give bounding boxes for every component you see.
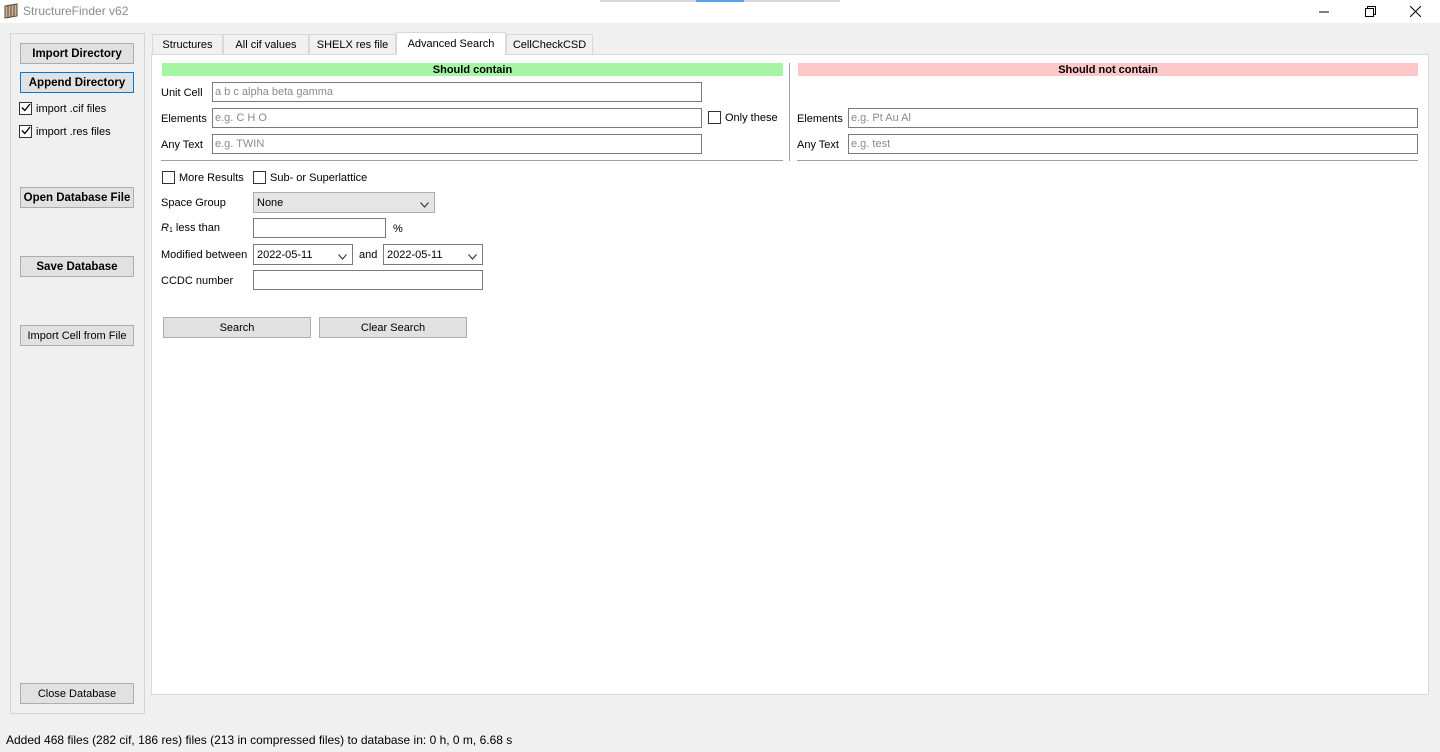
close-icon: [1409, 6, 1421, 17]
space-group-label: Space Group: [161, 197, 226, 209]
only-these-label: Only these: [725, 111, 778, 124]
open-database-button[interactable]: Open Database File: [20, 187, 134, 208]
window-title: StructureFinder v62: [23, 4, 129, 18]
search-button[interactable]: Search: [163, 317, 311, 338]
and-label: and: [359, 249, 378, 261]
ccdc-number-label: CCDC number: [161, 275, 234, 287]
space-group-value: None: [257, 196, 284, 209]
not-elements-label: Elements: [797, 113, 843, 125]
only-these-checkbox-row[interactable]: Only these: [708, 111, 778, 124]
ccdc-number-input[interactable]: [253, 270, 483, 290]
unit-cell-label: Unit Cell: [161, 87, 203, 99]
import-cell-button[interactable]: Import Cell from File: [20, 325, 134, 346]
modified-between-label: Modified between: [161, 249, 248, 261]
more-results-checkbox[interactable]: [162, 171, 175, 184]
date-from-value: 2022-05-11: [257, 248, 313, 261]
more-results-label: More Results: [179, 171, 244, 184]
right-section-separator: [797, 160, 1418, 161]
r1-suffix: less than: [172, 222, 220, 234]
any-text-input[interactable]: [212, 134, 702, 154]
superlattice-checkbox[interactable]: [253, 171, 266, 184]
import-res-checkbox[interactable]: [19, 125, 32, 138]
percent-label: %: [393, 223, 403, 235]
tab-advanced-search[interactable]: Advanced Search: [396, 32, 506, 55]
superlattice-checkbox-row[interactable]: Sub- or Superlattice: [253, 171, 367, 184]
unit-cell-input[interactable]: [212, 82, 702, 102]
date-to-picker[interactable]: 2022-05-11: [383, 244, 483, 265]
checkmark-icon: [21, 103, 31, 115]
title-decoration: [600, 0, 696, 2]
status-bar: Added 468 files (282 cif, 186 res) files…: [6, 733, 513, 747]
append-directory-button[interactable]: Append Directory: [20, 72, 134, 93]
minimize-icon: [1319, 7, 1329, 17]
close-database-button[interactable]: Close Database: [20, 683, 134, 704]
restore-button[interactable]: [1347, 0, 1393, 23]
elements-label: Elements: [161, 113, 207, 125]
title-bar: StructureFinder v62: [0, 0, 1440, 23]
not-any-text-input[interactable]: [848, 134, 1418, 154]
not-any-text-label: Any Text: [797, 139, 839, 151]
not-elements-input[interactable]: [848, 108, 1418, 128]
import-cif-checkbox[interactable]: [19, 102, 32, 115]
only-these-checkbox[interactable]: [708, 111, 721, 124]
section-divider: [789, 63, 790, 161]
checkmark-icon: [21, 126, 31, 138]
space-group-select[interactable]: None: [253, 192, 435, 213]
clear-search-button[interactable]: Clear Search: [319, 317, 467, 338]
tab-cellcheckcsd[interactable]: CellCheckCSD: [506, 34, 593, 54]
tab-shelx-res-file[interactable]: SHELX res file: [309, 34, 396, 54]
elements-input[interactable]: [212, 108, 702, 128]
save-database-button[interactable]: Save Database: [20, 256, 134, 277]
import-directory-button[interactable]: Import Directory: [20, 43, 134, 64]
should-contain-header: Should contain: [162, 63, 783, 76]
minimize-button[interactable]: [1301, 0, 1347, 23]
import-cif-label: import .cif files: [36, 102, 107, 115]
r1-symbol: R: [161, 222, 169, 234]
any-text-label: Any Text: [161, 139, 203, 151]
r1-input[interactable]: [253, 218, 386, 238]
chevron-down-icon: [338, 251, 347, 260]
import-res-label: import .res files: [36, 125, 111, 138]
date-from-picker[interactable]: 2022-05-11: [253, 244, 353, 265]
import-res-checkbox-row[interactable]: import .res files: [19, 125, 111, 138]
app-icon: [3, 3, 19, 19]
tab-all-cif-values[interactable]: All cif values: [223, 34, 309, 54]
restore-icon: [1364, 6, 1376, 17]
close-window-button[interactable]: [1392, 0, 1438, 23]
import-cif-checkbox-row[interactable]: import .cif files: [19, 102, 106, 115]
title-decoration: [744, 0, 840, 2]
chevron-down-icon: [420, 199, 429, 208]
date-to-value: 2022-05-11: [387, 248, 443, 261]
tab-structures[interactable]: Structures: [152, 34, 223, 54]
superlattice-label: Sub- or Superlattice: [270, 171, 368, 184]
should-not-contain-header: Should not contain: [798, 63, 1418, 76]
r1-label: R1 less than: [161, 222, 220, 234]
more-results-checkbox-row[interactable]: More Results: [162, 171, 244, 184]
chevron-down-icon: [468, 251, 477, 260]
left-section-separator: [161, 160, 783, 161]
title-decoration-accent: [696, 0, 744, 2]
